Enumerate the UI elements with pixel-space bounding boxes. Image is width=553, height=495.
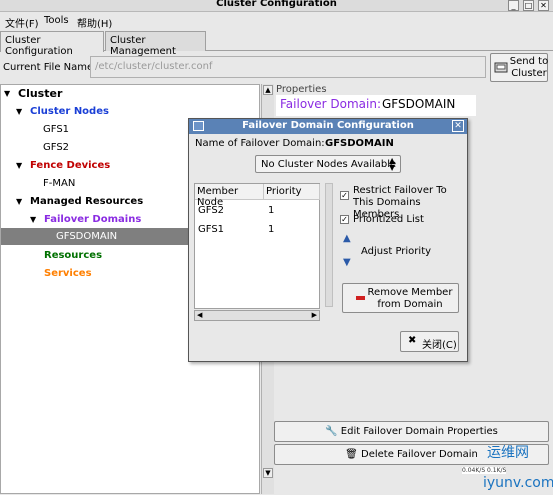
menu-help[interactable]: 帮助(H): [77, 15, 112, 30]
remove-label-line2: from Domain: [377, 299, 443, 310]
prioritized-checkbox[interactable]: ✓: [340, 215, 349, 224]
minus-icon: [356, 296, 365, 300]
scroll-right-arrow-icon[interactable]: ▶: [312, 311, 317, 319]
send-label-2: Cluster: [511, 68, 547, 79]
failover-domain-label: Failover Domain:: [280, 97, 382, 111]
tree-failover-domains[interactable]: Failover Domains: [44, 214, 141, 225]
row-priority[interactable]: 1: [268, 224, 274, 235]
edit-label: Edit Failover Domain Properties: [340, 426, 498, 437]
dropdown-arrow-icon: ▲ ▼: [389, 156, 396, 172]
tree-cluster[interactable]: Cluster: [18, 87, 62, 100]
expand-icon[interactable]: ▼: [4, 89, 10, 98]
send-to-cluster-button[interactable]: Send to Cluster: [490, 53, 548, 82]
tree-domain-gfsdomain[interactable]: GFSDOMAIN: [56, 231, 117, 242]
tab-bar: Cluster Configuration Cluster Management: [0, 31, 553, 57]
minimize-button[interactable]: _: [508, 0, 519, 11]
scroll-left-arrow-icon[interactable]: ◀: [197, 311, 202, 319]
wrench-icon: 🔧: [325, 426, 338, 437]
close-window-button[interactable]: ✕: [538, 0, 549, 11]
tree-fence-devices[interactable]: Fence Devices: [30, 160, 110, 171]
tab-cluster-management[interactable]: Cluster Management: [105, 31, 206, 57]
dialog-titlebar: Failover Domain Configuration ✕: [189, 119, 467, 134]
watermark-domain: iyunv.com: [483, 475, 553, 491]
remove-label: Remove Member from Domain: [367, 287, 453, 311]
cluster-nodes-dropdown[interactable]: No Cluster Nodes Available ▲ ▼: [255, 155, 401, 173]
close-label: 关闭(C): [422, 340, 457, 351]
row-priority[interactable]: 1: [268, 205, 274, 216]
col-priority[interactable]: Priority: [264, 184, 320, 200]
tree-managed-resources[interactable]: Managed Resources: [30, 196, 143, 207]
domain-name-label: Name of Failover Domain:: [195, 138, 325, 149]
tree-cluster-nodes[interactable]: Cluster Nodes: [30, 106, 109, 117]
edit-failover-domain-button[interactable]: 🔧 Edit Failover Domain Properties: [274, 421, 549, 442]
tree-node-gfs1[interactable]: GFS1: [43, 124, 69, 135]
row-node[interactable]: GFS2: [198, 205, 224, 216]
delete-label: Delete Failover Domain: [361, 449, 478, 460]
menu-file[interactable]: 文件(F): [5, 15, 39, 30]
tree-selected-row[interactable]: GFSDOMAIN: [1, 228, 189, 245]
watermark-net-speed: 0.04K/S 0.1K/S: [462, 467, 507, 474]
watermark-site: 运维网: [487, 445, 529, 461]
menu-tools[interactable]: Tools: [44, 15, 69, 26]
window-title: Cluster Configuration: [216, 0, 337, 9]
adjust-priority-label: Adjust Priority: [361, 246, 432, 257]
restrict-checkbox[interactable]: ✓: [340, 191, 349, 200]
pane-separator[interactable]: [325, 183, 333, 307]
tree-fence-fman[interactable]: F-MAN: [43, 178, 75, 189]
restrict-label-line1: Restrict Failover To: [353, 185, 447, 196]
expand-icon[interactable]: ▼: [16, 161, 22, 170]
expand-icon[interactable]: ▼: [16, 197, 22, 206]
expand-icon[interactable]: ▼: [30, 215, 36, 224]
tab-cluster-configuration[interactable]: Cluster Configuration: [0, 31, 104, 57]
table-hscrollbar[interactable]: ◀ ▶: [194, 310, 320, 321]
dropdown-value: No Cluster Nodes Available: [261, 159, 397, 170]
remove-label-line1: Remove Member: [367, 287, 453, 298]
arrow-up-icon[interactable]: ▲: [343, 233, 351, 244]
failover-domain-value: GFSDOMAIN: [382, 97, 456, 111]
expand-icon[interactable]: ▼: [16, 107, 22, 116]
dialog-title: Failover Domain Configuration: [242, 120, 414, 131]
maximize-button[interactable]: □: [523, 0, 534, 11]
arrow-down-icon[interactable]: ▼: [343, 257, 351, 268]
scroll-down-arrow-icon[interactable]: ▼: [263, 468, 273, 478]
close-x-icon: ✖: [408, 335, 417, 346]
current-file-label: Current File Name:: [3, 62, 97, 73]
tree-resources[interactable]: Resources: [44, 250, 102, 261]
col-member-node[interactable]: Member Node: [195, 184, 264, 208]
scroll-up-arrow-icon[interactable]: ▲: [263, 85, 273, 95]
tree-node-gfs2[interactable]: GFS2: [43, 142, 69, 153]
current-file-field[interactable]: /etc/cluster/cluster.conf: [90, 56, 486, 78]
trash-icon: 🗑: [345, 449, 358, 460]
dialog-close-icon[interactable]: ✕: [452, 120, 464, 132]
menubar: 文件(F) Tools 帮助(H): [0, 12, 553, 30]
row-node[interactable]: GFS1: [198, 224, 224, 235]
prioritized-label: Prioritized List: [353, 214, 424, 225]
send-icon: [494, 62, 508, 73]
failover-domain-dialog: Failover Domain Configuration ✕ Name of …: [188, 118, 468, 362]
domain-name-value: GFSDOMAIN: [325, 138, 394, 149]
properties-label: Properties: [276, 84, 327, 95]
tree-services[interactable]: Services: [44, 268, 92, 279]
dialog-close-button[interactable]: ✖ 关闭(C): [400, 331, 459, 352]
member-table[interactable]: Member Node Priority GFS2 1 GFS1 1: [194, 183, 320, 309]
window-titlebar: Cluster Configuration _ □ ✕: [0, 0, 553, 12]
send-label-1: Send to: [509, 56, 549, 67]
remove-member-button[interactable]: Remove Member from Domain: [342, 283, 459, 313]
